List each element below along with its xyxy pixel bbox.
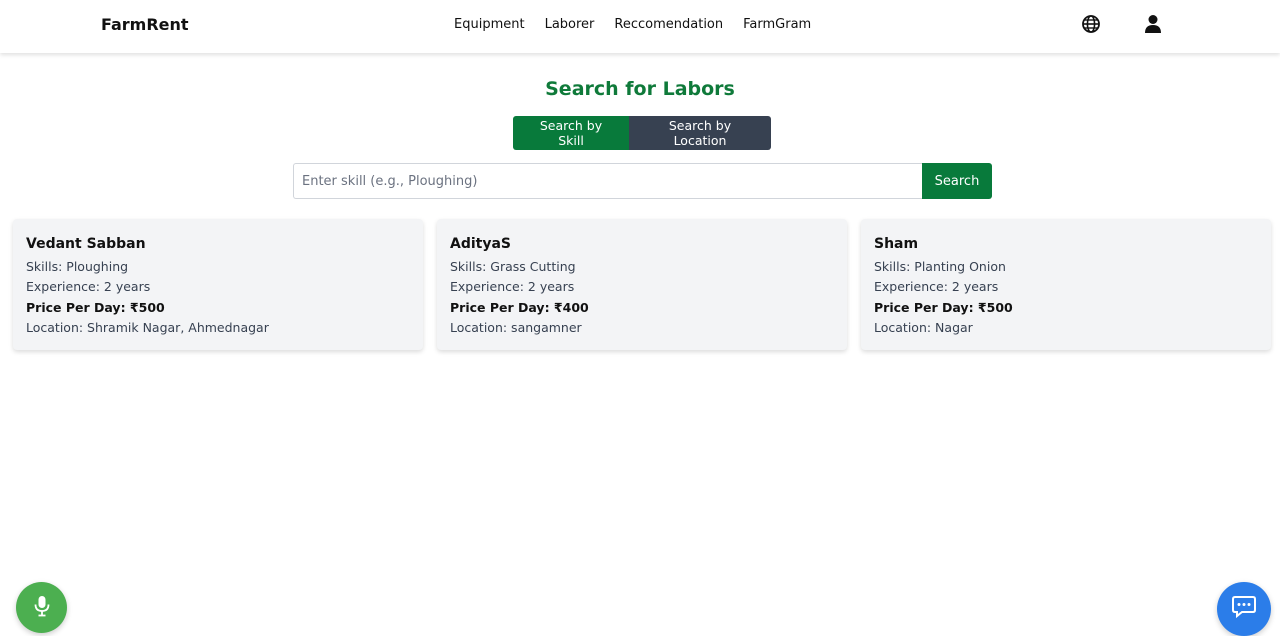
search-button[interactable]: Search [922, 163, 992, 199]
chat-icon [1231, 595, 1257, 623]
laborer-location: Location: Shramik Nagar, Ahmednagar [26, 319, 269, 335]
laborer-card[interactable]: Vedant Sabban Skills: Ploughing Experien… [13, 219, 423, 350]
laborer-price: Price Per Day: ₹500 [874, 299, 1013, 315]
laborer-skills: Skills: Planting Onion [874, 259, 1006, 274]
nav-link-laborer[interactable]: Laborer [545, 17, 595, 32]
page-title: Search for Labors [545, 78, 735, 100]
laborer-card[interactable]: Sham Skills: Planting Onion Experience: … [861, 219, 1271, 350]
nav-link-equipment[interactable]: Equipment [454, 17, 525, 32]
laborer-name: Vedant Sabban [26, 236, 146, 252]
top-navbar: FarmRent Equipment Laborer Reccomendatio… [0, 0, 1280, 53]
microphone-icon [34, 595, 50, 621]
search-by-skill-button[interactable]: Search by Skill [513, 116, 629, 150]
laborer-price: Price Per Day: ₹500 [26, 299, 165, 315]
laborer-name: Sham [874, 236, 919, 252]
laborer-card[interactable]: AdityaS Skills: Grass Cutting Experience… [437, 219, 847, 350]
laborer-location: Location: sangamner [450, 319, 582, 335]
laborer-location: Location: Nagar [874, 319, 973, 335]
laborer-skills: Skills: Ploughing [26, 259, 129, 274]
laborer-experience: Experience: 2 years [450, 279, 575, 295]
voice-input-button[interactable] [16, 582, 67, 633]
laborer-experience: Experience: 2 years [874, 279, 999, 295]
search-bar: Search [293, 163, 992, 199]
nav-link-farmgram[interactable]: FarmGram [743, 17, 811, 32]
search-by-location-button[interactable]: Search by Location [629, 116, 771, 150]
brand-logo[interactable]: FarmRent [101, 15, 189, 34]
laborer-price: Price Per Day: ₹400 [450, 299, 589, 315]
chat-button[interactable] [1217, 582, 1271, 636]
nav-link-reccomendation[interactable]: Reccomendation [614, 17, 723, 32]
nav-links: Equipment Laborer Reccomendation FarmGra… [454, 17, 811, 32]
user-icon[interactable] [1143, 14, 1163, 34]
laborer-results: Vedant Sabban Skills: Ploughing Experien… [13, 219, 1271, 350]
skill-search-input[interactable] [293, 163, 922, 199]
laborer-skills: Skills: Grass Cutting [450, 259, 576, 274]
search-mode-toggle: Search by Skill Search by Location [513, 116, 771, 150]
globe-icon[interactable] [1081, 14, 1101, 34]
laborer-name: AdityaS [450, 236, 512, 252]
laborer-experience: Experience: 2 years [26, 279, 151, 295]
